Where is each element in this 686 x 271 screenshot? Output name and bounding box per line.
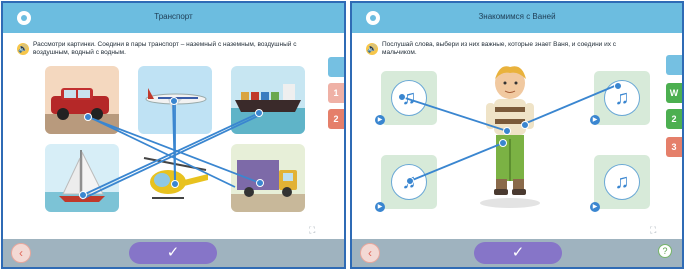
play-icon[interactable]: ▶: [590, 202, 600, 212]
back-button[interactable]: ‹: [11, 243, 31, 263]
audio-card-2[interactable]: ♫: [594, 71, 650, 125]
audio-card-4[interactable]: ♫: [594, 155, 650, 209]
side-tab-2[interactable]: 2: [328, 109, 344, 129]
panel-title: Знакомимся с Ваней: [478, 12, 556, 21]
connector-dot[interactable]: [503, 127, 511, 135]
tile-sailboat[interactable]: [45, 144, 119, 212]
music-note-icon: ♫: [604, 80, 640, 116]
connector-dot[interactable]: [521, 121, 529, 129]
back-button[interactable]: ‹: [360, 243, 380, 263]
play-icon[interactable]: ▶: [375, 115, 385, 125]
boy-illustration: [480, 66, 540, 208]
tile-truck[interactable]: [231, 144, 305, 212]
side-tab-screen[interactable]: [328, 57, 344, 77]
side-tab-2[interactable]: 2: [666, 109, 682, 129]
play-icon[interactable]: ▶: [590, 115, 600, 125]
tile-ship[interactable]: [231, 66, 305, 134]
music-note-icon: ♫: [391, 80, 427, 116]
connector-dot[interactable]: [171, 180, 179, 188]
transport-panel: Транспорт 🔊 Рассмотри картинки. Соедини …: [1, 1, 346, 269]
panel-title: Транспорт: [154, 12, 193, 21]
connector-dot[interactable]: [614, 82, 622, 90]
audio-card-1[interactable]: ♫: [381, 71, 437, 125]
fullscreen-icon[interactable]: ⛶: [650, 225, 656, 236]
submit-button[interactable]: ✓: [129, 242, 217, 264]
instruction-text: Рассмотри картинки. Соедини в пары транс…: [33, 41, 297, 56]
music-note-icon: ♫: [604, 164, 640, 200]
title-bar: Транспорт: [3, 3, 344, 33]
connector-dot[interactable]: [499, 139, 507, 147]
side-tab-1[interactable]: 1: [328, 83, 344, 103]
connector-dot[interactable]: [406, 177, 414, 185]
speaker-icon[interactable]: 🔊: [366, 43, 378, 55]
ship-icon: [231, 66, 305, 134]
speaker-icon[interactable]: 🔊: [17, 43, 29, 55]
side-tab-3[interactable]: 3: [666, 137, 682, 157]
connector-dot[interactable]: [170, 97, 178, 105]
help-icon[interactable]: ?: [658, 244, 672, 258]
submit-button[interactable]: ✓: [474, 242, 562, 264]
connector-dot[interactable]: [398, 93, 406, 101]
connector-dot[interactable]: [79, 191, 87, 199]
instruction-text: Послушай слова, выбери из них важные, ко…: [382, 41, 617, 56]
footer-bar: ‹ ✓ ?: [352, 239, 682, 267]
tile-car[interactable]: [45, 66, 119, 134]
tile-helicopter[interactable]: [138, 144, 212, 212]
title-bar: Знакомимся с Ваней: [352, 3, 682, 33]
footer-bar: ‹ ✓: [3, 239, 344, 267]
sailboat-icon: [45, 144, 119, 212]
connector-dot[interactable]: [255, 109, 263, 117]
helicopter-icon: [138, 144, 212, 212]
connector-dot[interactable]: [84, 113, 92, 121]
side-tab-screen[interactable]: [666, 55, 682, 75]
meet-vanya-panel: Знакомимся с Ваней 🔊 Послушай слова, выб…: [350, 1, 684, 269]
truck-icon: [231, 144, 305, 212]
car-icon: [45, 66, 119, 134]
connector-dot[interactable]: [256, 179, 264, 187]
fullscreen-icon[interactable]: ⛶: [309, 225, 315, 236]
side-tab-w[interactable]: W: [666, 83, 682, 103]
play-icon[interactable]: ▶: [375, 202, 385, 212]
